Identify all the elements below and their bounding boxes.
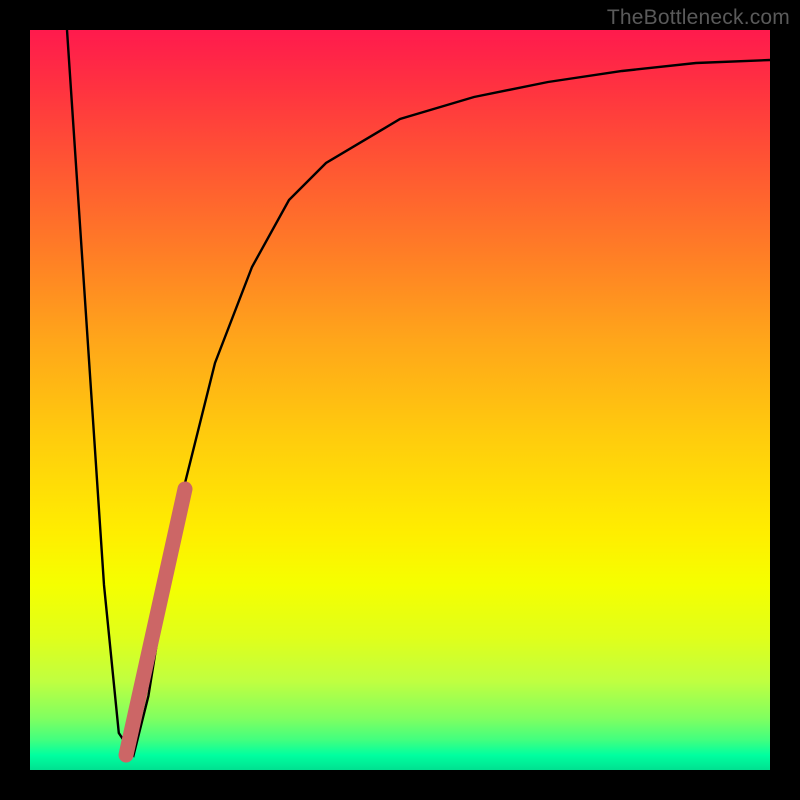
watermark-text: TheBottleneck.com <box>607 6 790 30</box>
highlight-segment-line <box>126 489 185 755</box>
plot-area <box>30 30 770 770</box>
curve-svg <box>30 30 770 770</box>
bottleneck-curve-line <box>67 30 770 755</box>
chart-container: TheBottleneck.com <box>0 0 800 800</box>
